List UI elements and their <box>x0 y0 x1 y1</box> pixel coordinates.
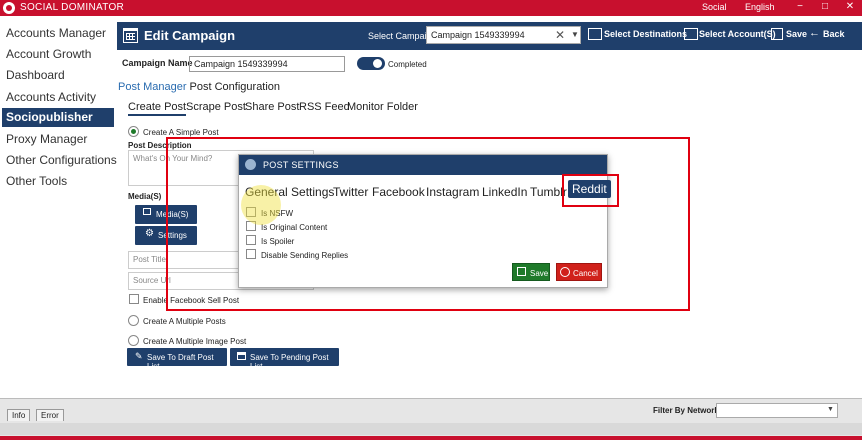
calendar-icon <box>237 352 246 360</box>
tab-error[interactable]: Error <box>36 409 64 421</box>
dialog-title: POST SETTINGS <box>263 160 339 170</box>
app-title-bar: SOCIAL DOMINATOR Social English − □ ✕ <box>0 0 862 16</box>
save-button[interactable]: Save <box>786 29 807 39</box>
app-title: SOCIAL DOMINATOR <box>20 2 125 13</box>
campaign-name-input[interactable]: Campaign 1549339994 <box>189 56 345 72</box>
sidebar: Accounts Manager Account Growth Dashboar… <box>0 16 118 406</box>
filter-by-network-dropdown[interactable]: ▼ <box>716 403 838 418</box>
settings-button-label: Settings <box>158 231 187 240</box>
multiple-posts-label: Create A Multiple Posts <box>143 317 226 326</box>
is-original-content-checkbox[interactable] <box>246 221 256 231</box>
tab-info[interactable]: Info <box>7 409 31 421</box>
tab-reddit[interactable]: Reddit <box>568 180 611 198</box>
dialog-cancel-button[interactable]: Cancel <box>556 263 602 281</box>
sidebar-item-other-tools[interactable]: Other Tools <box>6 174 67 188</box>
sidebar-item-other-configurations[interactable]: Other Configurations <box>6 153 117 167</box>
close-icon[interactable]: ✕ <box>842 1 858 12</box>
is-nsfw-checkbox[interactable] <box>246 207 256 217</box>
tab-tumblr[interactable]: Tumblr <box>530 185 567 199</box>
tab-rss-feed[interactable]: RSS Feed <box>299 101 350 113</box>
chevron-down-icon[interactable]: ▼ <box>571 30 579 39</box>
filter-by-network-label: Filter By Network <box>653 406 719 415</box>
page-header: Edit Campaign Select Campaign Campaign 1… <box>117 22 862 50</box>
breadcrumb: Post Manager Post Configuration <box>118 81 280 93</box>
sidebar-item-dashboard[interactable]: Dashboard <box>6 68 65 82</box>
save-icon <box>771 28 783 40</box>
tab-share-post[interactable]: Share Post <box>245 101 299 113</box>
save-icon <box>517 267 526 276</box>
disable-replies-checkbox[interactable] <box>246 249 256 259</box>
tab-scrape-post[interactable]: Scrape Post <box>186 101 246 113</box>
tab-linkedin[interactable]: LinkedIn <box>482 185 527 199</box>
multiple-image-radio[interactable] <box>128 335 139 346</box>
dialog-save-button[interactable]: Save <box>512 263 550 281</box>
status-strip <box>0 436 862 440</box>
select-accounts-button[interactable]: Select Account(S) <box>699 29 776 39</box>
chevron-down-icon[interactable]: ▼ <box>827 406 834 413</box>
tab-monitor-folder[interactable]: Monitor Folder <box>347 101 418 113</box>
tab-twitter[interactable]: Twitter <box>333 185 368 199</box>
media-button-label: Media(S) <box>156 210 189 219</box>
language-menu[interactable]: English <box>745 2 775 12</box>
is-spoiler-checkbox[interactable] <box>246 235 256 245</box>
dialog-save-label: Save <box>530 269 549 278</box>
is-nsfw-label: Is NSFW <box>261 209 293 218</box>
back-button[interactable]: Back <box>823 29 845 39</box>
accounts-icon <box>684 28 698 40</box>
tab-instagram[interactable]: Instagram <box>426 185 479 199</box>
campaign-name-label: Campaign Name <box>122 58 193 68</box>
post-description-label: Post Description <box>128 141 192 150</box>
maximize-icon[interactable]: □ <box>817 1 833 12</box>
bottom-panel: Info Error Filter By Network ▼ <box>0 398 862 440</box>
sidebar-item-accounts-activity[interactable]: Accounts Activity <box>6 90 96 104</box>
save-to-pending-button[interactable]: Save To Pending Post List <box>230 348 339 371</box>
app-logo-icon <box>3 2 15 14</box>
facebook-sell-checkbox[interactable] <box>129 294 139 304</box>
dialog-title-bar: POST SETTINGS <box>239 155 607 175</box>
breadcrumb-current: Post Configuration <box>189 81 281 93</box>
image-icon <box>143 208 151 215</box>
tab-create-post[interactable]: Create Post <box>128 101 187 116</box>
back-arrow-icon: ← <box>809 27 820 39</box>
sidebar-item-sociopublisher[interactable]: Sociopublisher <box>2 108 114 127</box>
clear-icon[interactable]: ✕ <box>555 28 565 42</box>
single-post-radio[interactable] <box>128 126 139 137</box>
social-menu[interactable]: Social <box>702 2 727 12</box>
sidebar-item-proxy-manager[interactable]: Proxy Manager <box>6 132 87 146</box>
page-title: Edit Campaign <box>144 28 236 43</box>
breadcrumb-post-manager-link[interactable]: Post Manager <box>118 81 186 93</box>
media-button[interactable]: Media(S) <box>135 205 197 224</box>
media-label: Media(S) <box>128 192 162 201</box>
status-label: Completed <box>388 60 427 69</box>
sidebar-item-account-growth[interactable]: Account Growth <box>6 47 91 61</box>
single-post-label: Create A Simple Post <box>143 128 219 137</box>
cancel-icon <box>560 267 570 277</box>
multiple-image-label: Create A Multiple Image Post <box>143 337 247 346</box>
disable-replies-label: Disable Sending Replies <box>261 251 349 260</box>
dialog-cancel-label: Cancel <box>573 269 598 278</box>
tab-facebook[interactable]: Facebook <box>372 185 425 199</box>
multiple-posts-radio[interactable] <box>128 315 139 326</box>
is-original-content-label: Is Original Content <box>261 223 328 232</box>
calendar-icon <box>123 28 138 43</box>
facebook-sell-label: Enable Facebook Sell Post <box>143 296 240 305</box>
minimize-icon[interactable]: − <box>792 1 808 12</box>
save-to-pending-label: Save To Pending Post List <box>250 353 329 371</box>
select-campaign-dropdown[interactable]: Campaign 1549339994 ✕ ▼ <box>426 26 581 44</box>
gear-icon: ⚙ <box>145 228 154 239</box>
status-toggle[interactable] <box>357 57 385 70</box>
horizontal-scrollbar[interactable] <box>0 423 862 435</box>
select-destinations-button[interactable]: Select Destinations <box>604 29 687 39</box>
sidebar-item-accounts-manager[interactable]: Accounts Manager <box>6 26 106 40</box>
destinations-icon <box>588 28 602 40</box>
pin-icon: ✎ <box>135 351 143 361</box>
settings-button[interactable]: ⚙ Settings <box>135 226 197 245</box>
is-spoiler-label: Is Spoiler <box>261 237 295 246</box>
save-to-draft-label: Save To Draft Post List <box>147 353 214 371</box>
dialog-logo-icon <box>245 159 256 170</box>
post-settings-dialog: POST SETTINGS General Settings Twitter F… <box>238 154 611 288</box>
save-to-draft-button[interactable]: ✎ Save To Draft Post List <box>127 348 227 371</box>
tab-general-settings[interactable]: General Settings <box>245 185 334 199</box>
select-campaign-value: Campaign 1549339994 <box>431 30 525 40</box>
